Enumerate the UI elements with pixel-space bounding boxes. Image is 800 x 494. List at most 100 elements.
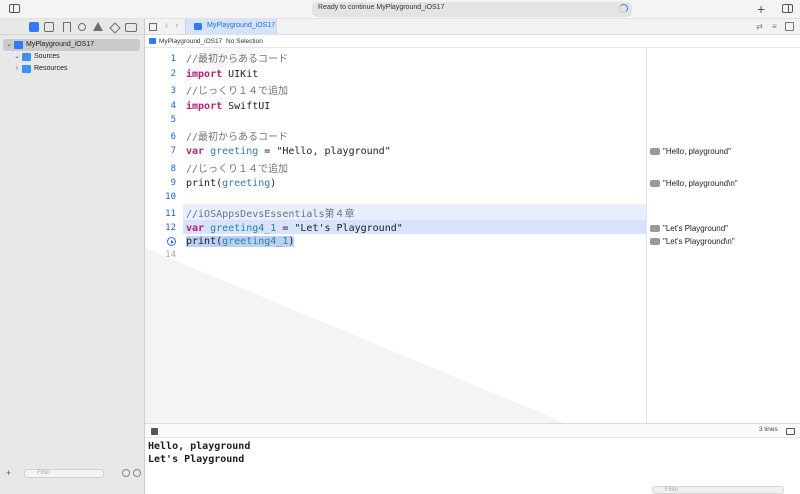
quick-look-icon[interactable] (650, 225, 660, 232)
quick-look-icon[interactable] (650, 148, 660, 155)
code-line[interactable]: import SwiftUI (186, 100, 270, 113)
code-comment: //iOSAppsDevsEssentials第４章 (186, 209, 355, 220)
code-line[interactable]: //じっくり１４で追加 (186, 163, 288, 176)
code-comment: //最初からあるコード (186, 54, 289, 65)
project-navigator-folder-icon[interactable] (29, 22, 39, 32)
navigator-filter-input[interactable]: Filter (24, 469, 104, 478)
tree-item-resources[interactable]: › Resources (3, 63, 140, 75)
editor-options-icon[interactable]: ≡ (770, 22, 779, 31)
inspector-toggle-icon[interactable] (782, 4, 793, 13)
code-comment: //じっくり１４で追加 (186, 164, 289, 175)
code-line[interactable]: import UIKit (186, 68, 258, 81)
line-number: 3 (170, 86, 176, 96)
line-number: 6 (170, 132, 176, 142)
code-keyword: var (186, 146, 205, 157)
chevron-down-icon[interactable]: ⌄ (13, 51, 21, 63)
add-icon[interactable]: + (757, 0, 765, 18)
code-line[interactable]: var greeting = "Hello, playground" (186, 145, 391, 158)
code-editor[interactable]: 1 2 3 4 5 6 7 8 9 10 11 12 13 14 //最初からあ… (145, 48, 646, 423)
tree-item-project[interactable]: ⌄ MyPlayground_iOS17 (3, 39, 140, 51)
jump-bar: MyPlayground_iOS17 › No Selection (145, 35, 800, 48)
recent-files-icon[interactable] (122, 469, 130, 477)
progress-spinner-icon (619, 4, 628, 13)
navigate-forward-icon[interactable]: › (175, 20, 178, 31)
console-line: Let's Playground (148, 454, 245, 465)
code-keyword: var (186, 223, 205, 234)
swift-playground-icon (194, 23, 202, 30)
code-line[interactable]: print(greeting) (186, 177, 276, 190)
result-text: "Hello, playground\n" (663, 179, 738, 188)
bookmark-icon[interactable] (61, 22, 71, 32)
adjust-editor-options-icon[interactable]: ⇄ (755, 22, 764, 31)
code-line[interactable]: //iOSAppsDevsEssentials第４章 (186, 208, 354, 221)
code-line[interactable]: //じっくり１４で追加 (186, 85, 288, 98)
line-number: 9 (170, 178, 176, 188)
console-output[interactable]: Hello, playground Let's Playground (145, 438, 800, 486)
result-value[interactable]: "Let's Playground\n" (650, 235, 735, 248)
result-value[interactable]: "Let's Playground" (650, 222, 728, 235)
code-keyword: import (186, 101, 223, 112)
code-function: print( (186, 178, 223, 189)
filter-options-icon[interactable] (133, 469, 141, 477)
hide-debug-area-icon[interactable] (786, 428, 795, 435)
chevron-right-icon[interactable]: › (13, 63, 21, 75)
activity-status: Ready to continue MyPlayground_iOS17 (318, 4, 445, 11)
code-function: print( (186, 236, 223, 247)
file-tree: ⌄ MyPlayground_iOS17 ⌄ Sources › Resourc… (3, 39, 140, 75)
split-editor-icon[interactable] (785, 22, 794, 31)
code-text: UIKit (222, 69, 259, 80)
swift-playground-icon (149, 38, 156, 44)
run-to-line-icon[interactable] (167, 237, 176, 246)
line-number: 12 (165, 223, 176, 233)
sidebar-toggle-icon[interactable] (9, 4, 20, 13)
code-comment: //じっくり１４で追加 (186, 86, 289, 97)
find-icon[interactable] (77, 22, 87, 32)
code-line[interactable]: var greeting4_1 = "Let's Playground" (186, 222, 403, 235)
add-file-icon[interactable]: + (6, 468, 11, 478)
tab-playground[interactable]: MyPlayground_iOS17 (185, 19, 277, 35)
chevron-down-icon[interactable]: ⌄ (5, 39, 13, 51)
code-text: = (258, 146, 277, 157)
code-text: ) (288, 236, 295, 247)
related-items-grid-icon[interactable] (149, 23, 157, 31)
test-navigator-icon[interactable] (109, 22, 119, 32)
code-identifier: greeting4_1 (222, 236, 289, 247)
line-number: 5 (170, 115, 176, 125)
console-line: Hello, playground (148, 441, 251, 452)
code-identifier: greeting (222, 178, 271, 189)
breadcrumb-project[interactable]: MyPlayground_iOS17 (159, 35, 222, 48)
debug-bar: 3 lines (145, 423, 800, 438)
navigator-filter-bar: + Filter (4, 468, 141, 479)
code-text: ) (270, 178, 277, 189)
folder-icon (22, 65, 31, 73)
code-line[interactable]: //最初からあるコード (186, 131, 288, 144)
result-value[interactable]: "Hello, playground" (650, 145, 731, 158)
navigate-back-icon[interactable]: ‹ (165, 20, 168, 31)
line-number: 1 (170, 54, 176, 64)
code-string: "Let's Playground" (294, 223, 403, 234)
stop-icon[interactable] (151, 428, 158, 435)
code-line[interactable]: //最初からあるコード (186, 53, 288, 66)
folder-icon (22, 53, 31, 61)
quick-look-icon[interactable] (650, 180, 660, 187)
breadcrumb-separator-icon: › (219, 38, 222, 45)
breadcrumb-selection[interactable]: No Selection (226, 35, 263, 48)
line-number-gutter: 1 2 3 4 5 6 7 8 9 10 11 12 13 14 (145, 48, 183, 423)
tree-item-label: MyPlayground_iOS17 (26, 41, 95, 48)
result-value[interactable]: "Hello, playground\n" (650, 177, 738, 190)
code-comment: //最初からあるコード (186, 132, 289, 143)
code-line[interactable]: print(greeting4_1) (186, 235, 295, 248)
result-text: "Let's Playground\n" (663, 237, 735, 246)
source-control-icon[interactable] (44, 22, 54, 32)
code-keyword: import (186, 69, 223, 80)
code-identifier: greeting (210, 146, 259, 157)
issue-navigator-icon[interactable] (93, 22, 103, 32)
tree-item-sources[interactable]: ⌄ Sources (3, 51, 140, 63)
line-number: 10 (165, 192, 176, 202)
line-number: 4 (170, 101, 176, 111)
line-number: 11 (165, 209, 176, 219)
tree-item-label: Resources (34, 65, 68, 72)
quick-look-icon[interactable] (650, 238, 660, 245)
console-filter-input[interactable]: Filter (652, 486, 784, 494)
report-navigator-icon[interactable] (125, 22, 137, 32)
